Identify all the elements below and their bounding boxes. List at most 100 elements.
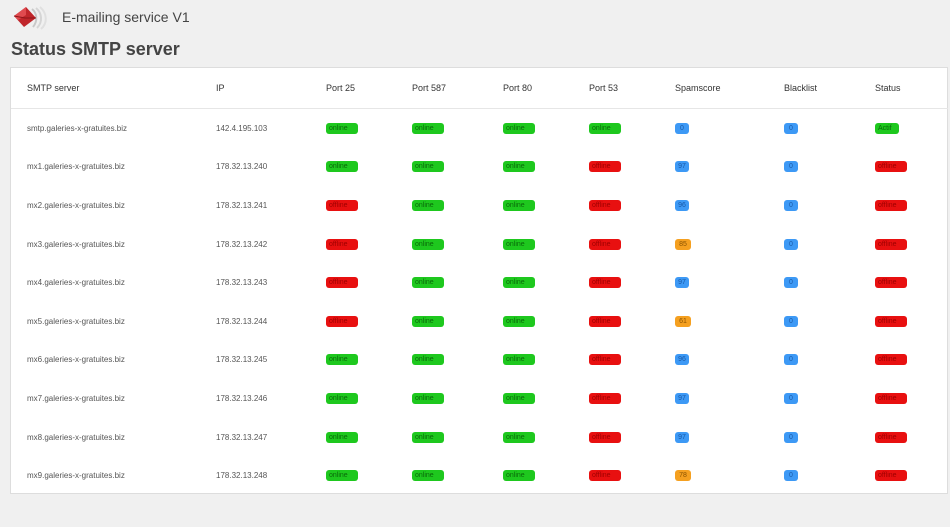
port-53-cell: offline: [589, 263, 675, 302]
header-ip: IP: [216, 68, 326, 109]
blacklist-badge: 0: [784, 315, 798, 327]
port-25-badge: offline: [326, 277, 358, 289]
port-25-cell: online: [326, 148, 412, 187]
ip-cell: 178.32.13.240: [216, 162, 268, 172]
status-cell: offline: [875, 186, 948, 225]
port-25-badge: offline: [326, 199, 358, 211]
status-badge: offline: [875, 392, 907, 404]
port-587-cell: online: [412, 302, 503, 341]
port-53-badge: offline: [589, 161, 621, 173]
spamscore-badge: 97: [675, 431, 689, 443]
port-25-badge: online: [326, 122, 358, 134]
spamscore-cell: 97: [675, 148, 784, 187]
port-53-cell: offline: [589, 456, 675, 495]
table-row: mx8.galeries-x-gratuites.biz 178.32.13.24…: [11, 418, 948, 457]
status-cell: offline: [875, 456, 948, 495]
status-cell: offline: [875, 225, 948, 264]
port-587-badge: online: [412, 354, 444, 366]
port-53-badge: offline: [589, 277, 621, 289]
port-80-badge: online: [503, 431, 535, 443]
port-25-badge: online: [326, 431, 358, 443]
port-25-badge: online: [326, 161, 358, 173]
ip-cell: 178.32.13.245: [216, 355, 268, 365]
mail-envelope-icon: [13, 6, 47, 30]
status-badge: offline: [875, 161, 907, 173]
spamscore-cell: 97: [675, 263, 784, 302]
status-badge: offline: [875, 315, 907, 327]
blacklist-badge: 0: [784, 354, 798, 366]
ip-cell: 142.4.195.103: [216, 123, 268, 133]
blacklist-cell: 0: [784, 302, 875, 341]
ip-cell: 178.32.13.247: [216, 432, 268, 442]
smtp-status-panel: SMTP server IP Port 25 Port 587 Port 80 …: [10, 67, 948, 494]
ip-cell: 178.32.13.248: [216, 471, 268, 481]
port-53-cell: offline: [589, 418, 675, 457]
spamscore-cell: 61: [675, 302, 784, 341]
port-53-badge: offline: [589, 199, 621, 211]
status-badge: offline: [875, 431, 907, 443]
spamscore-badge: 96: [675, 354, 689, 366]
blacklist-cell: 0: [784, 379, 875, 418]
port-53-cell: offline: [589, 379, 675, 418]
table-row: mx1.galeries-x-gratuites.biz 178.32.13.24…: [11, 148, 948, 187]
port-25-badge: online: [326, 392, 358, 404]
port-587-badge: online: [412, 470, 444, 482]
header-status: Status: [875, 68, 948, 109]
status-cell: offline: [875, 302, 948, 341]
spamscore-badge: 97: [675, 277, 689, 289]
smtp-server-cell: mx8.galeries-x-gratuites.biz: [27, 432, 125, 442]
port-25-badge: offline: [326, 238, 358, 250]
port-587-badge: online: [412, 161, 444, 173]
blacklist-badge: 0: [784, 122, 798, 134]
port-25-cell: online: [326, 379, 412, 418]
port-587-badge: online: [412, 392, 444, 404]
port-80-cell: online: [503, 341, 589, 380]
spamscore-cell: 96: [675, 341, 784, 380]
blacklist-cell: 0: [784, 456, 875, 495]
port-53-badge: offline: [589, 354, 621, 366]
port-25-cell: online: [326, 341, 412, 380]
smtp-server-cell: mx2.galeries-x-gratuites.biz: [27, 200, 125, 210]
smtp-server-cell: smtp.galeries-x-gratuites.biz: [27, 123, 128, 133]
port-80-badge: online: [503, 315, 535, 327]
smtp-server-cell: mx1.galeries-x-gratuites.biz: [27, 162, 125, 172]
blacklist-badge: 0: [784, 238, 798, 250]
spamscore-cell: 78: [675, 456, 784, 495]
port-587-cell: online: [412, 186, 503, 225]
spamscore-cell: 97: [675, 418, 784, 457]
spamscore-cell: 0: [675, 109, 784, 148]
smtp-server-cell: mx6.galeries-x-gratuites.biz: [27, 355, 125, 365]
port-587-cell: online: [412, 148, 503, 187]
ip-cell: 178.32.13.242: [216, 239, 268, 249]
header-blacklist: Blacklist: [784, 68, 875, 109]
port-53-badge: offline: [589, 431, 621, 443]
port-587-cell: online: [412, 341, 503, 380]
smtp-server-cell: mx9.galeries-x-gratuites.biz: [27, 471, 125, 481]
table-body: smtp.galeries-x-gratuites.biz 142.4.195.1…: [11, 109, 948, 495]
blacklist-cell: 0: [784, 341, 875, 380]
spamscore-badge: 0: [675, 122, 689, 134]
app-header: E-mailing service V1: [12, 3, 190, 31]
table-row: mx3.galeries-x-gratuites.biz 178.32.13.24…: [11, 225, 948, 264]
spamscore-cell: 97: [675, 379, 784, 418]
status-badge: offline: [875, 238, 907, 250]
smtp-server-cell: mx7.galeries-x-gratuites.biz: [27, 393, 125, 403]
port-587-badge: online: [412, 199, 444, 211]
header-spamscore: Spamscore: [675, 68, 784, 109]
port-587-badge: online: [412, 315, 444, 327]
port-80-badge: online: [503, 354, 535, 366]
blacklist-badge: 0: [784, 199, 798, 211]
blacklist-cell: 0: [784, 418, 875, 457]
port-53-badge: offline: [589, 470, 621, 482]
status-cell: offline: [875, 418, 948, 457]
ip-cell: 178.32.13.246: [216, 393, 268, 403]
smtp-server-cell: mx3.galeries-x-gratuites.biz: [27, 239, 125, 249]
port-80-badge: online: [503, 277, 535, 289]
spamscore-badge: 97: [675, 161, 689, 173]
smtp-server-cell: mx4.galeries-x-gratuites.biz: [27, 278, 125, 288]
port-587-cell: online: [412, 263, 503, 302]
spamscore-badge: 96: [675, 199, 689, 211]
blacklist-badge: 0: [784, 431, 798, 443]
table-row: mx5.galeries-x-gratuites.biz 178.32.13.24…: [11, 302, 948, 341]
spamscore-badge: 85: [675, 238, 691, 250]
